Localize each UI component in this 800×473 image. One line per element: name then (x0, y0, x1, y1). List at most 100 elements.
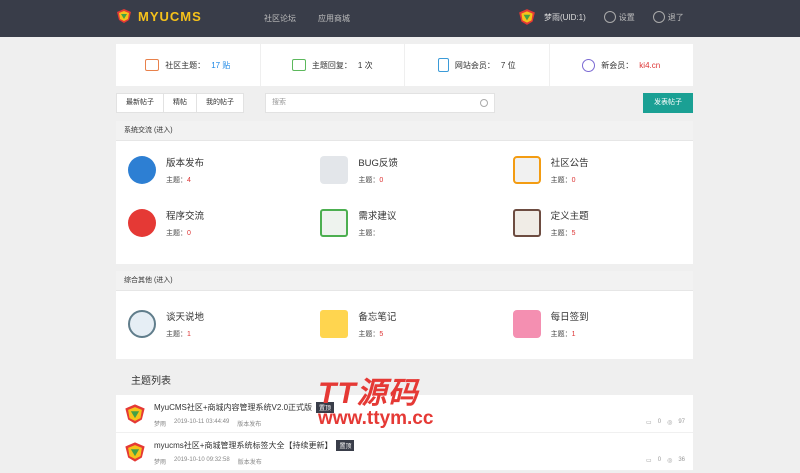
settings-link[interactable]: 设置 (603, 11, 635, 23)
search-input[interactable]: 搜索 (265, 93, 495, 113)
post-tabs: 最新帖子 精帖 我的帖子 (116, 93, 244, 113)
logo-text: MYUCMS (138, 8, 202, 24)
forum-chat[interactable]: 谈天说地 主题：1 (116, 297, 308, 350)
topic-stats: ▭ 0 ◎ 36 (646, 457, 685, 464)
forum-suggestion[interactable]: 需求建议 主题： (308, 196, 500, 249)
topic-author[interactable]: 梦雨 (154, 419, 166, 428)
topic-row[interactable]: MyuCMS社区+商城内容管理系统V2.0正式版 置顶 梦雨 2019-10-11… (116, 395, 693, 433)
forum-name[interactable]: BUG反馈 (358, 155, 398, 169)
topic-forum[interactable]: 版本发布 (237, 419, 261, 428)
topic-title[interactable]: MyuCMS社区+商城内容管理系统V2.0正式版 (154, 403, 312, 412)
new-post-button[interactable]: 发表帖子 (643, 93, 693, 113)
document-icon (437, 58, 449, 72)
forum-count-value: 5 (571, 229, 576, 237)
cloud-icon (128, 309, 156, 338)
avatar[interactable] (124, 403, 146, 425)
logout-link[interactable]: 退了 (652, 11, 684, 23)
topic-title-row: MyuCMS社区+商城内容管理系统V2.0正式版 置顶 (154, 402, 335, 414)
tab-featured[interactable]: 精帖 (164, 93, 197, 113)
site-logo[interactable]: MYUCMS (116, 8, 202, 24)
forum-count-value: 0 (379, 176, 384, 184)
chat-icon (512, 309, 541, 338)
tab-my-posts[interactable]: 我的帖子 (197, 93, 244, 113)
forum-release[interactable]: 版本发布 主题：4 (116, 143, 308, 196)
search-icon[interactable] (480, 99, 488, 107)
forum-custom[interactable]: 定义主题 主题：5 (501, 196, 693, 249)
nav-item-forum[interactable]: 社区论坛 (264, 13, 296, 24)
pinned-badge: 置顶 (336, 440, 355, 452)
topic-forum[interactable]: 版本发布 (238, 457, 262, 466)
globe-hand-icon (128, 155, 156, 184)
forum-name[interactable]: 定义主题 (551, 208, 589, 222)
forum-name[interactable]: 需求建议 (358, 208, 396, 222)
stat-members: 网站会员： 7 位 (405, 44, 550, 86)
forum-count-value: 1 (571, 330, 576, 338)
forum-count: 主题：4 (166, 175, 204, 185)
topic-meta: 梦雨 2019-10-11 03:44:49 版本发布 (154, 419, 261, 428)
topic-author[interactable]: 梦雨 (154, 457, 166, 466)
gear-icon (603, 11, 616, 23)
eye-icon: ◎ (667, 420, 673, 426)
forum-count-label: 主题： (166, 330, 187, 338)
topic-row[interactable]: myucms社区+商城管理系统标签大全【持续更新】 置顶 梦雨 2019-10-1… (116, 433, 693, 471)
topic-time: 2019-10-11 03:44:49 (174, 419, 230, 425)
forum-name[interactable]: 社区公告 (551, 155, 589, 169)
forum-grid: 谈天说地 主题：1 备忘笔记 主题：5 每日签到 主题：1 (116, 291, 693, 350)
user-name[interactable]: 梦雨(UID:1) (544, 12, 586, 23)
stat-label: 主题回复： (311, 60, 352, 70)
calendar-icon (512, 155, 541, 184)
stat-replies: 主题回复： 1 次 (261, 44, 405, 86)
forum-count-label: 主题： (550, 229, 572, 237)
view-count: 97 (678, 419, 685, 425)
topic-list-title: 主题列表 (131, 376, 171, 387)
stat-value: 17 贴 (211, 60, 231, 70)
comment-icon: ▭ (646, 458, 652, 464)
logout-label: 退了 (667, 12, 684, 22)
view-count: 36 (678, 457, 685, 463)
forum-count: 主题：1 (166, 329, 204, 339)
topic-stats: ▭ 0 ◎ 97 (646, 419, 685, 426)
forum-name[interactable]: 备忘笔记 (358, 309, 396, 323)
section-title[interactable]: 综合其他 (进入) (116, 271, 693, 291)
new-member-link[interactable]: ki4.cn (639, 61, 660, 70)
forum-count: 主题：1 (551, 329, 589, 339)
forum-count-label: 主题： (550, 176, 572, 184)
bookmark-icon (145, 59, 160, 71)
forum-count: 主题：0 (358, 175, 398, 185)
topic-title[interactable]: myucms社区+商城管理系统标签大全【持续更新】 (154, 441, 332, 450)
receipt-icon (320, 208, 349, 237)
nav-item-store[interactable]: 应用商城 (318, 13, 350, 24)
notes-icon (320, 309, 349, 338)
avatar[interactable] (124, 441, 146, 463)
forum-section-system: 系统交流 (进入) 版本发布 主题：4 BUG反馈 主题：0 社区公告 主题：0… (116, 121, 693, 264)
topic-title-row: myucms社区+商城管理系统标签大全【持续更新】 置顶 (154, 440, 355, 452)
reply-count: 0 (657, 457, 662, 463)
forum-bug[interactable]: BUG反馈 主题：0 (308, 143, 500, 196)
user-area: 梦雨(UID:1) 设置 退了 (518, 8, 684, 26)
comment-icon: ▭ (646, 420, 652, 426)
forum-count-label: 主题： (166, 176, 187, 184)
forum-name[interactable]: 版本发布 (166, 155, 204, 169)
forum-count-label: 主题： (166, 229, 187, 237)
forum-section-misc: 综合其他 (进入) 谈天说地 主题：1 备忘笔记 主题：5 每日签到 主题：1 (116, 271, 693, 359)
stat-label: 社区主题： (165, 60, 206, 70)
forum-checkin[interactable]: 每日签到 主题：1 (501, 297, 693, 350)
forum-count-value: 1 (187, 330, 191, 338)
avatar[interactable] (518, 8, 536, 26)
search-placeholder: 搜索 (272, 99, 286, 106)
forum-announcement[interactable]: 社区公告 主题：0 (501, 143, 693, 196)
forum-program[interactable]: 程序交流 主题：0 (116, 196, 308, 249)
section-title[interactable]: 系统交流 (进入) (116, 121, 693, 141)
bank-icon (512, 208, 541, 237)
forum-count: 主题：5 (358, 329, 396, 339)
logo-icon (117, 9, 131, 23)
forum-name[interactable]: 谈天说地 (166, 309, 204, 323)
main-nav: 社区论坛 应用商城 (264, 13, 350, 24)
forum-count: 主题： (358, 228, 396, 238)
forum-name[interactable]: 程序交流 (166, 208, 204, 222)
forum-count-value: 0 (187, 229, 191, 237)
tab-latest[interactable]: 最新帖子 (116, 93, 164, 113)
forum-notes[interactable]: 备忘笔记 主题：5 (308, 297, 500, 350)
stat-value: 7 位 (500, 60, 516, 70)
forum-name[interactable]: 每日签到 (551, 309, 589, 323)
